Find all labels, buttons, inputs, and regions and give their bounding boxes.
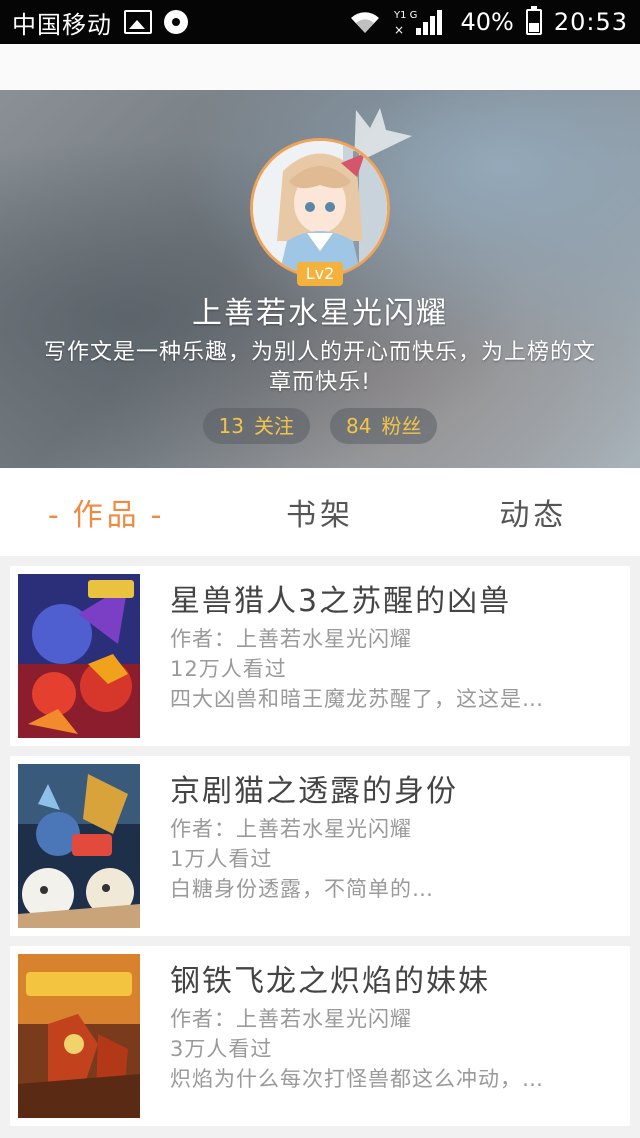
status-right: Y1 G × 40% 20:53 [348, 6, 628, 36]
battery-level: 40% [460, 8, 514, 36]
stats-row: 13 关注 84 粉丝 [0, 408, 640, 444]
following-button[interactable]: 13 关注 [202, 408, 310, 444]
work-author: 作者：上善若水星光闪耀 [170, 1007, 412, 1031]
list-item[interactable]: 京剧猫之透露的身份 作者：上善若水星光闪耀 1万人看过 白糖身份透露，不简单的… [10, 756, 630, 936]
clock: 20:53 [553, 8, 628, 36]
wifi-icon [351, 12, 380, 34]
work-title: 京剧猫之透露的身份 [170, 774, 458, 809]
work-views: 1万人看过 [170, 847, 273, 871]
following-count: 13 [218, 414, 244, 438]
svg-text:×: × [394, 23, 404, 36]
svg-text:Y1 G: Y1 G [394, 10, 417, 21]
work-author: 作者：上善若水星光闪耀 [170, 627, 412, 651]
tab-works-label: 作品 [72, 498, 141, 533]
profile-tabs: - 作品 - 书架 动态 [0, 468, 640, 556]
top-bar [0, 44, 640, 90]
tab-active-indicator: - [47, 498, 63, 533]
status-bar: 中国移动 Y1 G × 40% 20:53 [0, 0, 640, 44]
list-item[interactable]: 星兽猎人3之苏醒的凶兽 作者：上善若水星光闪耀 12万人看过 四大凶兽和暗王魔龙… [10, 566, 630, 746]
gallery-notification-icon [124, 10, 152, 34]
list-item[interactable]: 钢铁飞龙之炽焰的妹妹 作者：上善若水星光闪耀 3万人看过 炽焰为什么每次打怪兽都… [10, 946, 630, 1126]
status-left: 中国移动 [12, 5, 188, 40]
work-summary: 白糖身份透露，不简单的… [170, 877, 434, 901]
signal-icon: Y1 G × [394, 10, 443, 36]
profile-header: Lv2 上善若水星光闪耀 写作文是一种乐趣，为别人的开心而快乐，为上榜的文章而快… [0, 90, 640, 468]
tab-bookshelf-label: 书架 [285, 498, 354, 533]
battery-icon [525, 6, 542, 35]
work-summary: 炽焰为什么每次打怪兽都这么冲动，… [170, 1067, 544, 1091]
avatar[interactable] [250, 138, 390, 278]
work-summary: 四大凶兽和暗王魔龙苏醒了，这这是… [170, 687, 544, 711]
work-info: 钢铁飞龙之炽焰的妹妹 作者：上善若水星光闪耀 3万人看过 炽焰为什么每次打怪兽都… [170, 960, 610, 1094]
tab-works[interactable]: - 作品 - [0, 490, 213, 534]
work-title: 星兽猎人3之苏醒的凶兽 [170, 584, 512, 619]
work-info: 京剧猫之透露的身份 作者：上善若水星光闪耀 1万人看过 白糖身份透露，不简单的… [170, 770, 610, 904]
followers-button[interactable]: 84 粉丝 [330, 408, 438, 444]
book-cover [18, 764, 140, 928]
username: 上善若水星光闪耀 [192, 296, 448, 331]
media-notification-icon [164, 10, 188, 34]
work-author: 作者：上善若水星光闪耀 [170, 817, 412, 841]
work-info: 星兽猎人3之苏醒的凶兽 作者：上善若水星光闪耀 12万人看过 四大凶兽和暗王魔龙… [170, 580, 610, 714]
tab-active-indicator: - [150, 498, 166, 533]
tab-activity-label: 动态 [499, 498, 568, 533]
avatar-image [253, 141, 387, 275]
carrier-name: 中国移动 [12, 10, 112, 39]
followers-label: 粉丝 [381, 414, 422, 438]
following-label: 关注 [254, 414, 294, 438]
tab-activity[interactable]: 动态 [427, 490, 640, 534]
work-views: 3万人看过 [170, 1037, 273, 1061]
book-cover [18, 574, 140, 738]
level-badge: Lv2 [297, 262, 343, 286]
work-title: 钢铁飞龙之炽焰的妹妹 [170, 964, 490, 999]
tab-bookshelf[interactable]: 书架 [213, 490, 426, 534]
followers-count: 84 [346, 414, 372, 438]
work-views: 12万人看过 [170, 657, 287, 681]
user-bio: 写作文是一种乐趣，为别人的开心而快乐，为上榜的文章而快乐! [43, 340, 596, 395]
book-cover [18, 954, 140, 1118]
